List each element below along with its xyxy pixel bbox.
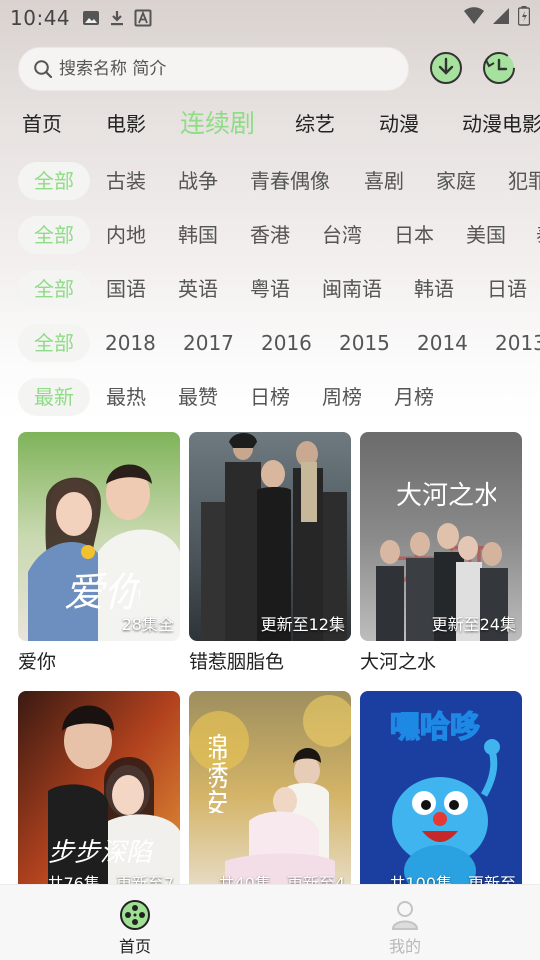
image-icon — [83, 11, 100, 25]
region-chip[interactable]: 泰 — [536, 216, 540, 254]
search-input[interactable] — [59, 59, 379, 79]
search-box[interactable] — [18, 47, 409, 91]
bottom-nav-profile[interactable]: 我的 — [365, 899, 445, 957]
poster-title-text: 大河之水 — [396, 481, 496, 511]
profile-icon — [391, 901, 419, 930]
history-icon — [483, 52, 515, 84]
series-card[interactable]: 大河 大河之水 更新至24集 大河之水 — [360, 432, 522, 674]
series-card[interactable]: 嘿哈哆 共100集，更新至 — [360, 691, 522, 906]
tab-anime-movie[interactable]: 动漫电影 — [462, 108, 540, 137]
search-icon — [34, 60, 53, 79]
status-time: 10:44 — [10, 6, 71, 30]
year-chip[interactable]: 2016 — [261, 324, 312, 362]
genre-chip[interactable]: 喜剧 — [364, 162, 404, 200]
episode-badge: 更新至12集 — [260, 615, 345, 634]
poster-title-text: 锦绣安宁 — [209, 733, 230, 813]
series-card[interactable]: 更新至12集 错惹胭脂色 — [189, 432, 351, 674]
language-chip[interactable]: 韩语 — [414, 270, 454, 308]
poster-image: 爱你 28集全 — [18, 432, 180, 641]
status-right-icons — [464, 6, 530, 26]
bottom-nav-home[interactable]: 首页 — [95, 899, 175, 957]
card-title: 大河之水 — [360, 651, 437, 673]
bottom-nav: 首页 我的 — [0, 884, 540, 960]
year-chip[interactable]: 2015 — [339, 324, 390, 362]
region-chip[interactable]: 日本 — [394, 216, 434, 254]
poster-title-art: 锦绣安宁 — [209, 733, 230, 813]
year-chip-all[interactable]: 全部 — [18, 324, 90, 362]
genre-chip[interactable]: 青春偶像 — [250, 162, 330, 200]
episode-badge: 更新至24集 — [431, 615, 516, 634]
poster-title-art: 嘿哈哆 — [390, 709, 481, 746]
download-circle-icon — [430, 52, 462, 84]
poster-title-text: 步步深陷 — [48, 838, 154, 868]
language-chip[interactable]: 粤语 — [250, 270, 290, 308]
genre-chip[interactable]: 犯罪 — [508, 162, 540, 200]
poster-image: 更新至12集 — [189, 432, 351, 641]
language-chip-all[interactable]: 全部 — [18, 270, 90, 308]
series-card[interactable]: 步步深陷 共76集，更新至7 — [18, 691, 180, 906]
sort-chip[interactable]: 最赞 — [178, 378, 218, 416]
tab-variety[interactable]: 综艺 — [295, 108, 335, 137]
region-chip[interactable]: 韩国 — [178, 216, 218, 254]
region-chip[interactable]: 美国 — [466, 216, 506, 254]
language-chip[interactable]: 英语 — [178, 270, 218, 308]
status-bar: 10:44 — [0, 0, 540, 36]
language-chip[interactable]: 日语 — [487, 270, 527, 308]
genre-chip[interactable]: 战争 — [178, 162, 218, 200]
bottom-nav-label: 首页 — [118, 937, 151, 956]
battery-icon — [518, 6, 530, 26]
signal-icon — [493, 8, 509, 24]
tab-anime[interactable]: 动漫 — [379, 108, 419, 137]
genre-chip[interactable]: 古装 — [106, 162, 146, 200]
sort-chip-latest[interactable]: 最新 — [18, 378, 90, 416]
bottom-nav-label: 我的 — [388, 937, 421, 956]
language-filter-row: 全部 国语 英语 粤语 闽南语 韩语 日语 — [0, 270, 540, 312]
card-title: 错惹胭脂色 — [189, 651, 285, 673]
poster-image: 大河 大河之水 更新至24集 — [360, 432, 522, 641]
poster-title-text: 爱你 — [64, 570, 140, 616]
wifi-icon — [464, 7, 484, 24]
year-filter-row: 全部 2018 2017 2016 2015 2014 2013 — [0, 324, 540, 366]
sort-chip[interactable]: 最热 — [106, 378, 146, 416]
sort-chip[interactable]: 日榜 — [250, 378, 290, 416]
episode-badge: 28集全 — [121, 615, 174, 634]
download-icon — [111, 11, 124, 26]
history-button[interactable] — [482, 51, 516, 85]
language-chip[interactable]: 闽南语 — [322, 270, 382, 308]
poster-title-text: 嘿哈哆 — [390, 710, 480, 745]
genre-chip[interactable]: 家庭 — [436, 162, 476, 200]
text-icon — [134, 9, 152, 27]
poster-image: 步步深陷 共76集，更新至7 — [18, 691, 180, 900]
year-chip[interactable]: 2017 — [183, 324, 234, 362]
sort-chip[interactable]: 周榜 — [322, 378, 362, 416]
region-chip[interactable]: 内地 — [106, 216, 146, 254]
sort-chip[interactable]: 月榜 — [394, 378, 434, 416]
genre-chip-all[interactable]: 全部 — [18, 162, 90, 200]
series-card[interactable]: 锦绣安宁 共40集，更新至4 — [189, 691, 351, 906]
region-chip-all[interactable]: 全部 — [18, 216, 90, 254]
film-reel-icon — [120, 900, 150, 930]
language-chip[interactable]: 国语 — [106, 270, 146, 308]
poster-image: 嘿哈哆 共100集，更新至 — [360, 691, 522, 900]
status-left-icons — [82, 9, 152, 27]
poster-image: 锦绣安宁 共40集，更新至4 — [189, 691, 351, 900]
region-chip[interactable]: 香港 — [250, 216, 290, 254]
year-chip[interactable]: 2018 — [105, 324, 156, 362]
tab-movie[interactable]: 电影 — [106, 108, 146, 137]
region-chip[interactable]: 台湾 — [322, 216, 362, 254]
series-card[interactable]: 爱你 28集全 爱你 — [18, 432, 180, 674]
year-chip[interactable]: 2014 — [417, 324, 468, 362]
poster-title-art: 大河之水 — [396, 481, 496, 511]
tab-series[interactable]: 连续剧 — [180, 104, 255, 140]
tab-home[interactable]: 首页 — [22, 108, 62, 137]
sort-filter-row: 最新 最热 最赞 日榜 周榜 月榜 — [0, 378, 540, 420]
region-filter-row: 全部 内地 韩国 香港 台湾 日本 美国 泰 — [0, 216, 540, 258]
year-chip[interactable]: 2013 — [495, 324, 540, 362]
poster-title-art: 步步深陷 — [48, 838, 154, 868]
category-tabs: 首页 电影 连续剧 综艺 动漫 动漫电影 — [0, 100, 540, 144]
card-title: 爱你 — [18, 651, 57, 673]
genre-filter-row: 全部 古装 战争 青春偶像 喜剧 家庭 犯罪 — [0, 162, 540, 204]
download-button[interactable] — [429, 51, 463, 85]
